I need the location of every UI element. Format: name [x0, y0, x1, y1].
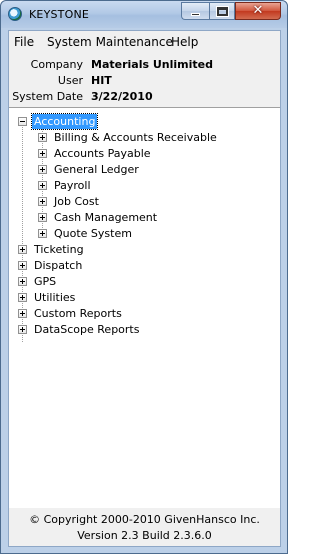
- expand-icon[interactable]: [18, 325, 27, 334]
- close-icon: ✕: [252, 3, 264, 18]
- company-value: Materials Unlimited: [91, 58, 213, 71]
- company-label: Company: [30, 58, 83, 71]
- expand-icon[interactable]: [38, 213, 47, 222]
- system-date-label: System Date: [12, 90, 83, 103]
- user-label: User: [57, 74, 83, 87]
- tree-node-label[interactable]: Billing & Accounts Receivable: [52, 130, 219, 145]
- module-tree[interactable]: Accounting Billing & Accounts Receivable…: [9, 107, 280, 507]
- tree-node-label[interactable]: DataScope Reports: [32, 322, 141, 337]
- tree-node-label[interactable]: Accounting: [30, 113, 99, 130]
- tree-node-label[interactable]: Ticketing: [32, 242, 86, 257]
- user-value: HIT: [91, 74, 112, 87]
- maximize-icon: [217, 7, 228, 16]
- tree-node-label[interactable]: Quote System: [52, 226, 134, 241]
- tree-node-label[interactable]: Custom Reports: [32, 306, 124, 321]
- tree-node-label[interactable]: GPS: [32, 274, 58, 289]
- expand-icon[interactable]: [18, 277, 27, 286]
- expand-icon[interactable]: [38, 229, 47, 238]
- collapse-icon[interactable]: [18, 117, 27, 126]
- copyright-text: © Copyright 2000-2010 GivenHansco Inc.: [29, 513, 260, 526]
- expand-icon[interactable]: [18, 245, 27, 254]
- menu-file[interactable]: File: [14, 35, 34, 49]
- title-bar[interactable]: KEYSTONE ✕: [1, 1, 287, 28]
- expand-icon[interactable]: [18, 293, 27, 302]
- minimize-icon: [191, 13, 200, 16]
- app-window: KEYSTONE ✕ File System Maintenance Help …: [0, 0, 288, 554]
- expand-icon[interactable]: [38, 149, 47, 158]
- menu-bar: File System Maintenance Help: [9, 31, 280, 53]
- tree-node-label[interactable]: Payroll: [52, 178, 93, 193]
- menu-help[interactable]: Help: [171, 35, 198, 49]
- close-button[interactable]: ✕: [235, 2, 281, 20]
- expand-icon[interactable]: [38, 181, 47, 190]
- tree-node-label[interactable]: Cash Management: [52, 210, 159, 225]
- tree-node-label[interactable]: Dispatch: [32, 258, 84, 273]
- keystone-logo-icon[interactable]: [8, 7, 22, 21]
- expand-icon[interactable]: [18, 309, 27, 318]
- minimize-button[interactable]: [181, 2, 209, 20]
- footer-panel: © Copyright 2000-2010 GivenHansco Inc. V…: [9, 508, 280, 546]
- tree-node-label[interactable]: Job Cost: [52, 194, 101, 209]
- system-date-row: System Date 3/22/2010: [9, 90, 280, 106]
- expand-icon[interactable]: [38, 133, 47, 142]
- expand-icon[interactable]: [18, 261, 27, 270]
- user-row: User HIT: [9, 74, 280, 90]
- expand-icon[interactable]: [38, 197, 47, 206]
- expand-icon[interactable]: [38, 165, 47, 174]
- tree-node-label[interactable]: Accounts Payable: [52, 146, 153, 161]
- menu-system-maintenance[interactable]: System Maintenance: [47, 35, 173, 49]
- version-text: Version 2.3 Build 2.3.6.0: [77, 529, 212, 542]
- window-title: KEYSTONE: [29, 8, 90, 21]
- tree-node-label[interactable]: Utilities: [32, 290, 77, 305]
- system-date-value: 3/22/2010: [91, 90, 153, 103]
- client-area: File System Maintenance Help Company Mat…: [8, 30, 281, 547]
- tree-node-label[interactable]: General Ledger: [52, 162, 141, 177]
- company-row: Company Materials Unlimited: [9, 58, 280, 74]
- maximize-button[interactable]: [209, 2, 235, 20]
